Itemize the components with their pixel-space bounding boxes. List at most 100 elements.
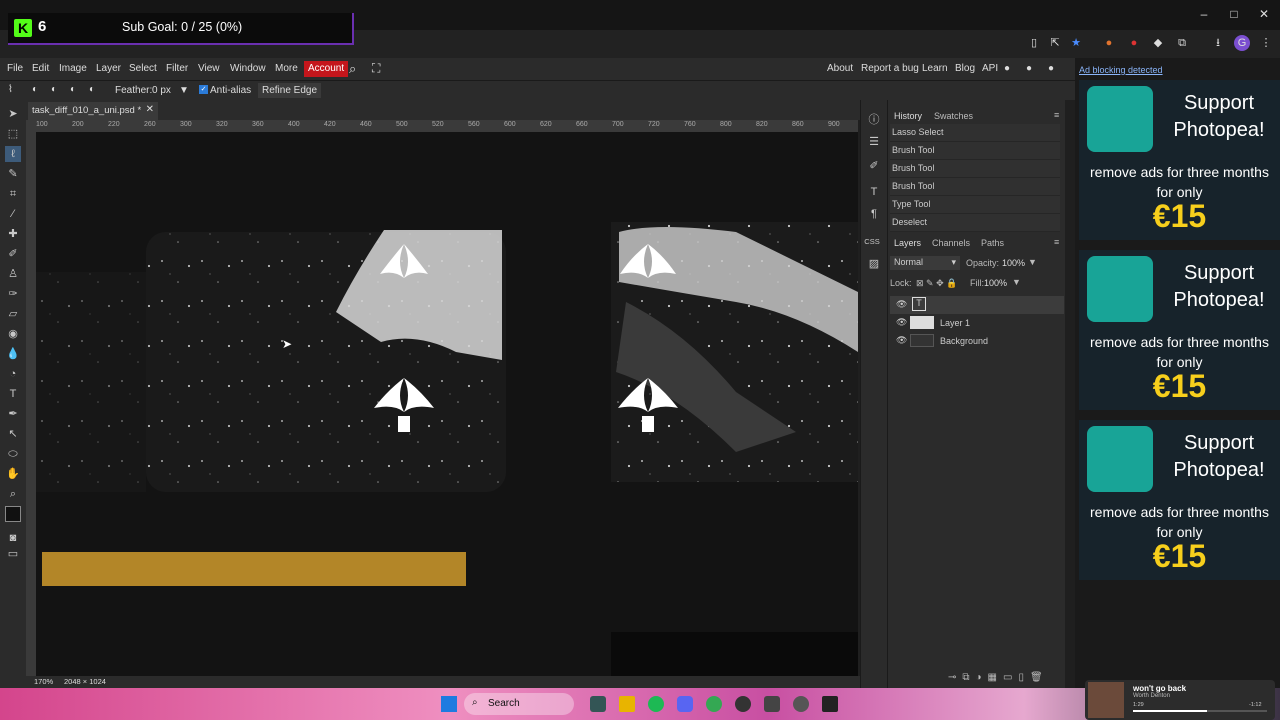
profile-avatar[interactable]: G [1234,35,1250,51]
antialias-checkbox[interactable]: ✓ [199,85,208,94]
layer-row-background[interactable]: 👁 Background [890,332,1064,350]
healing-tool-icon[interactable]: ✚ [5,226,21,242]
selection-new-icon[interactable]: ◐ [32,84,38,95]
document-tab[interactable]: task_diff_010_a_uni.psd * ✕ [28,102,158,120]
menu-layer[interactable]: Layer [96,63,121,74]
menu-select[interactable]: Select [129,63,157,74]
extension-adblock-icon[interactable]: ● [1126,35,1142,51]
visibility-eye-icon[interactable]: 👁 [896,317,907,328]
layer-row-layer1[interactable]: 👁 Layer 1 [890,314,1064,332]
quick-select-icon[interactable]: ✎ [5,166,21,182]
info-icon[interactable]: ⓘ [866,112,882,128]
selection-subtract-icon[interactable]: ◐ [70,84,76,95]
stamp-tool-icon[interactable]: ♙ [5,266,21,282]
account-button[interactable]: Account [304,61,349,77]
ad-unit[interactable]: Support Photopea! remove ads for three m… [1079,420,1280,580]
app-icon[interactable] [764,696,780,712]
eraser-tool-icon[interactable]: ▱ [5,306,21,322]
file-explorer-icon[interactable] [619,696,635,712]
menu-edit[interactable]: Edit [32,63,49,74]
lasso-tool-icon[interactable]: ⌇ [8,84,13,95]
tab-swatches[interactable]: Swatches [934,111,973,121]
history-item[interactable]: Deselect [890,214,1060,232]
fill-tool-icon[interactable]: ◉ [5,326,21,342]
app-icon[interactable] [822,696,838,712]
adjustments-icon[interactable]: ☰ [866,134,882,150]
page-icon[interactable]: ▯ [1026,35,1042,51]
dodge-tool-icon[interactable]: ◔ [5,366,21,382]
fill-dropdown-icon[interactable]: ▼ [1012,277,1021,287]
selection-intersect-icon[interactable]: ◐ [89,84,95,95]
search-icon[interactable]: ⌕ [349,61,356,77]
zoom-tool-icon[interactable]: ⌕ [5,486,21,502]
facebook-icon[interactable]: ● [1048,63,1054,74]
history-item[interactable]: Brush Tool [890,160,1060,178]
menu-view[interactable]: View [198,63,220,74]
minimize-icon[interactable]: – [1196,6,1212,22]
menu-window[interactable]: Window [230,63,266,74]
download-icon[interactable]: ⭳ [1210,35,1226,51]
layer-actions-icons[interactable]: ⊸⧉◑▦▭▯🗑 [948,672,1049,683]
crop-tool-icon[interactable]: ⌗ [5,186,21,202]
app-icon[interactable] [590,696,606,712]
history-item[interactable]: Brush Tool [890,178,1060,196]
ad-unit[interactable]: Support Photopea! remove ads for three m… [1079,80,1280,240]
paragraph-icon[interactable]: ¶ [866,206,882,222]
gold-text-box[interactable] [42,552,466,586]
feather-input[interactable]: 0 px [152,85,171,96]
hand-tool-icon[interactable]: ✋ [5,466,21,482]
link-learn[interactable]: Learn [922,63,948,74]
link-about[interactable]: About [827,63,853,74]
obs-icon[interactable] [735,696,751,712]
image-canvas[interactable]: ➤ [36,132,858,676]
chrome-icon[interactable] [706,696,722,712]
menu-file[interactable]: File [7,63,23,74]
pen-tool-icon[interactable]: ✒ [5,406,21,422]
marquee-tool-icon[interactable]: ⬚ [5,126,21,142]
start-windows-icon[interactable] [441,696,457,712]
history-item[interactable]: Lasso Select [890,124,1060,142]
twitter-icon[interactable]: ● [1026,63,1032,74]
image-panel-icon[interactable]: ▨ [866,256,882,272]
path-select-icon[interactable]: ↖ [5,426,21,442]
extensions-puzzle-icon[interactable]: ⧉ [1174,35,1190,51]
extension-brave-icon[interactable]: ● [1101,35,1117,51]
taskbar-search[interactable]: ⌕ Search [464,693,574,715]
type-tool-icon[interactable]: T [5,386,21,402]
lock-icons[interactable]: ⊠ ✎ ✥ 🔒 [916,278,957,289]
discord-icon[interactable] [677,696,693,712]
link-report-bug[interactable]: Report a bug [861,63,919,74]
star-icon[interactable]: ★ [1068,35,1084,51]
extension-diamond-icon[interactable]: ◆ [1150,35,1166,51]
foreground-color-swatch[interactable] [5,506,21,522]
tab-channels[interactable]: Channels [932,238,970,248]
menu-image[interactable]: Image [59,63,87,74]
history-brush-icon[interactable]: ✑ [5,286,21,302]
spotify-icon[interactable] [648,696,664,712]
brush-panel-icon[interactable]: ✐ [866,158,882,174]
screen-mode-icon[interactable]: ▭ [5,546,21,562]
tab-history[interactable]: History [894,111,922,121]
link-api[interactable]: API [982,63,998,74]
menu-filter[interactable]: Filter [166,63,188,74]
eyedropper-icon[interactable]: ⁄ [5,206,21,222]
fill-input[interactable]: 100% [984,278,1007,288]
move-tool-icon[interactable]: ➤ [5,106,21,122]
close-window-icon[interactable]: ✕ [1256,6,1272,22]
share-icon[interactable]: ⇱ [1047,35,1063,51]
menu-more[interactable]: More [275,63,298,74]
brush-tool-icon[interactable]: ✐ [5,246,21,262]
ad-blocking-notice[interactable]: Ad blocking detected [1079,65,1163,75]
refine-edge-button[interactable]: Refine Edge [258,83,322,98]
media-widget[interactable]: won't go back Worth Denton 1:29 -1:12 [1085,680,1275,720]
track-progress[interactable] [1133,710,1267,712]
css-icon[interactable]: CSS [864,234,880,250]
fullscreen-icon[interactable]: ⛶ [372,61,380,76]
visibility-eye-icon[interactable]: 👁 [896,335,907,346]
link-blog[interactable]: Blog [955,63,975,74]
blur-tool-icon[interactable]: 💧 [5,346,21,362]
character-icon[interactable]: T [866,184,882,200]
opacity-input[interactable]: 100% [1002,258,1025,268]
menu-kebab-icon[interactable]: ⋮ [1258,35,1274,51]
maximize-icon[interactable]: □ [1226,6,1242,22]
